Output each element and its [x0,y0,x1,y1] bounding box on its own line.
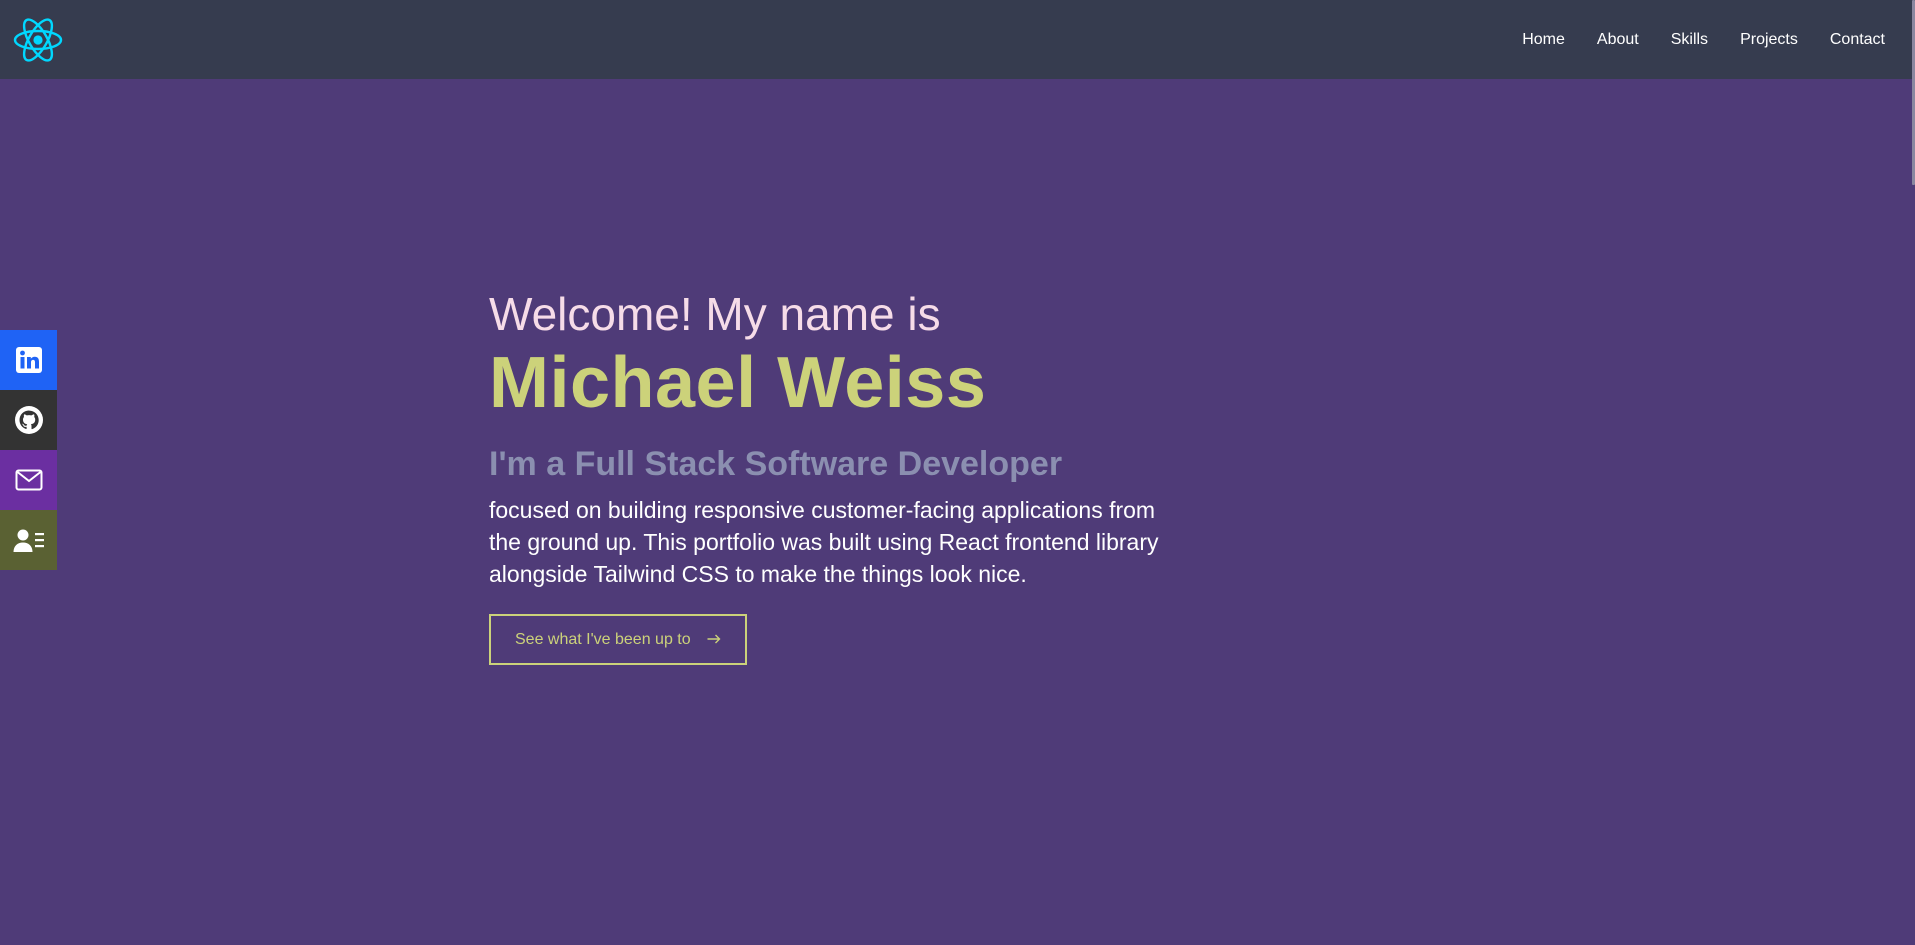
page-scrollbar[interactable] [1910,0,1915,945]
hero-section: Welcome! My name is Michael Weiss I'm a … [489,284,1209,665]
see-work-button-label: See what I've been up to [515,630,691,648]
nav-projects-link[interactable]: Projects [1724,0,1814,79]
linkedin-icon [15,346,43,374]
mail-icon [15,469,43,491]
nav-links: Home About Skills Projects Contact [1506,0,1892,79]
hero-name: Michael Weiss [489,343,987,423]
see-work-button[interactable]: See what I've been up to [489,614,747,665]
nav-contact-link[interactable]: Contact [1814,0,1892,79]
resume-icon [13,527,45,553]
welcome-text: Welcome! My name is [489,288,941,340]
arrow-right-icon [707,631,721,649]
nav-about-link[interactable]: About [1581,0,1655,79]
resume-link[interactable] [0,510,57,570]
nav-skills-link[interactable]: Skills [1655,0,1724,79]
nav-home-link[interactable]: Home [1506,0,1581,79]
hero-description: focused on building responsive customer-… [489,497,1159,587]
react-logo-icon[interactable] [12,14,64,66]
linkedin-link[interactable] [0,330,57,390]
github-icon [14,405,44,435]
social-sidebar [0,330,57,570]
email-link[interactable] [0,450,57,510]
github-link[interactable] [0,390,57,450]
navbar: Home About Skills Projects Contact [0,0,1915,79]
hero-role: I'm a Full Stack Software Developer [489,445,1063,483]
